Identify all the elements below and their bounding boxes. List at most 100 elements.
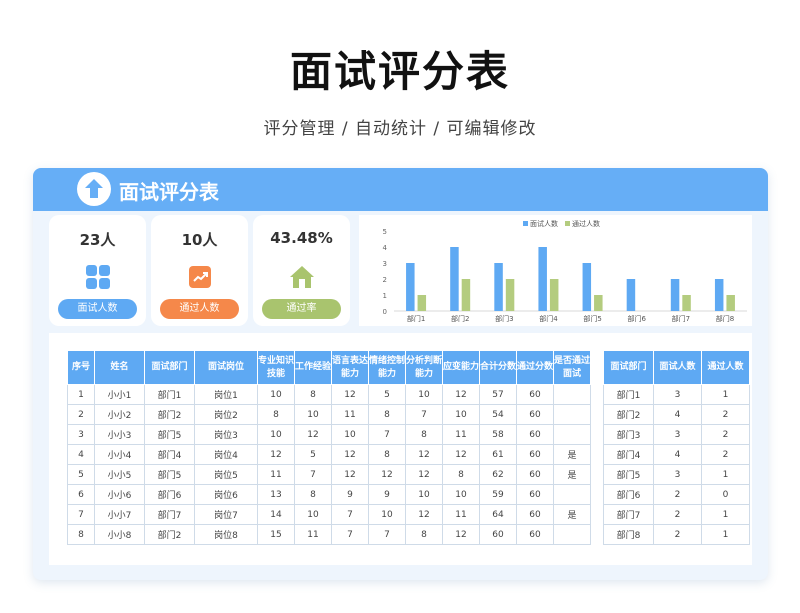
score-cell[interactable]: 13: [257, 484, 295, 505]
dept-cell[interactable]: 部门1: [603, 384, 654, 405]
score-cell[interactable]: 部门4: [144, 444, 195, 465]
score-cell[interactable]: [553, 424, 591, 445]
dept-cell[interactable]: 0: [701, 484, 750, 505]
dept-cell[interactable]: 3: [653, 384, 702, 405]
score-cell[interactable]: [553, 404, 591, 425]
score-cell[interactable]: 岗位7: [194, 504, 258, 525]
score-cell[interactable]: 12: [442, 384, 480, 405]
dept-cell[interactable]: 4: [653, 404, 702, 425]
score-cell[interactable]: 8: [257, 404, 295, 425]
score-cell[interactable]: 11: [442, 504, 480, 525]
score-cell[interactable]: 7: [368, 524, 406, 545]
score-cell[interactable]: 60: [516, 404, 554, 425]
score-cell[interactable]: 是: [553, 504, 591, 525]
score-cell[interactable]: 10: [331, 424, 369, 445]
score-cell[interactable]: 62: [479, 464, 517, 485]
score-cell[interactable]: 11: [294, 524, 332, 545]
score-cell[interactable]: 7: [67, 504, 95, 525]
score-cell[interactable]: 部门1: [144, 384, 195, 405]
score-cell[interactable]: 7: [331, 524, 369, 545]
score-cell[interactable]: 7: [405, 404, 443, 425]
score-cell[interactable]: 3: [67, 424, 95, 445]
score-cell[interactable]: 小小5: [94, 464, 145, 485]
score-cell[interactable]: 是: [553, 444, 591, 465]
score-cell[interactable]: 岗位1: [194, 384, 258, 405]
score-cell[interactable]: 8: [294, 384, 332, 405]
kpi-label-button[interactable]: 通过率: [262, 299, 341, 319]
dept-cell[interactable]: 部门5: [603, 464, 654, 485]
dept-cell[interactable]: 3: [653, 464, 702, 485]
score-cell[interactable]: 7: [331, 504, 369, 525]
score-cell[interactable]: 8: [442, 464, 480, 485]
score-cell[interactable]: 部门2: [144, 404, 195, 425]
score-cell[interactable]: 小小7: [94, 504, 145, 525]
dept-cell[interactable]: 2: [653, 484, 702, 505]
score-cell[interactable]: 60: [516, 504, 554, 525]
score-cell[interactable]: 岗位5: [194, 464, 258, 485]
score-cell[interactable]: 5: [294, 444, 332, 465]
score-cell[interactable]: 60: [516, 424, 554, 445]
score-cell[interactable]: 10: [294, 504, 332, 525]
score-cell[interactable]: 小小8: [94, 524, 145, 545]
score-cell[interactable]: 1: [67, 384, 95, 405]
score-cell[interactable]: 8: [67, 524, 95, 545]
score-cell[interactable]: 8: [368, 444, 406, 465]
score-cell[interactable]: 12: [405, 444, 443, 465]
score-cell[interactable]: 部门5: [144, 464, 195, 485]
score-cell[interactable]: 60: [516, 524, 554, 545]
score-cell[interactable]: 小小4: [94, 444, 145, 465]
score-cell[interactable]: 10: [368, 504, 406, 525]
score-cell[interactable]: 10: [442, 484, 480, 505]
score-cell[interactable]: 7: [368, 424, 406, 445]
score-cell[interactable]: 部门7: [144, 504, 195, 525]
dept-cell[interactable]: 2: [701, 404, 750, 425]
dept-cell[interactable]: 2: [701, 444, 750, 465]
score-cell[interactable]: 12: [442, 444, 480, 465]
score-cell[interactable]: 12: [294, 424, 332, 445]
dept-cell[interactable]: 3: [653, 424, 702, 445]
score-cell[interactable]: 5: [368, 384, 406, 405]
score-cell[interactable]: 12: [331, 444, 369, 465]
score-cell[interactable]: 60: [516, 464, 554, 485]
score-cell[interactable]: 小小3: [94, 424, 145, 445]
dept-cell[interactable]: 部门8: [603, 524, 654, 545]
score-cell[interactable]: 60: [479, 524, 517, 545]
score-cell[interactable]: 7: [294, 464, 332, 485]
score-cell[interactable]: 12: [257, 444, 295, 465]
score-cell[interactable]: 岗位3: [194, 424, 258, 445]
score-cell[interactable]: 8: [405, 424, 443, 445]
score-cell[interactable]: 12: [405, 464, 443, 485]
score-cell[interactable]: 岗位4: [194, 444, 258, 465]
score-cell[interactable]: 小小1: [94, 384, 145, 405]
dept-cell[interactable]: 2: [701, 424, 750, 445]
score-cell[interactable]: 57: [479, 384, 517, 405]
score-cell[interactable]: 部门6: [144, 484, 195, 505]
score-cell[interactable]: 小小2: [94, 404, 145, 425]
dept-cell[interactable]: 1: [701, 384, 750, 405]
score-cell[interactable]: 9: [368, 484, 406, 505]
dept-cell[interactable]: 1: [701, 504, 750, 525]
dept-cell[interactable]: 部门4: [603, 444, 654, 465]
score-cell[interactable]: [553, 524, 591, 545]
score-cell[interactable]: 60: [516, 444, 554, 465]
score-cell[interactable]: 60: [516, 384, 554, 405]
dept-cell[interactable]: 4: [653, 444, 702, 465]
score-cell[interactable]: 58: [479, 424, 517, 445]
score-cell[interactable]: 岗位2: [194, 404, 258, 425]
score-cell[interactable]: 8: [294, 484, 332, 505]
dept-cell[interactable]: 部门3: [603, 424, 654, 445]
score-cell[interactable]: 2: [67, 404, 95, 425]
dept-cell[interactable]: 1: [701, 524, 750, 545]
score-cell[interactable]: 5: [67, 464, 95, 485]
score-cell[interactable]: 6: [67, 484, 95, 505]
score-cell[interactable]: 是: [553, 464, 591, 485]
score-cell[interactable]: 10: [405, 384, 443, 405]
score-cell[interactable]: 15: [257, 524, 295, 545]
score-cell[interactable]: 10: [257, 384, 295, 405]
score-cell[interactable]: 10: [294, 404, 332, 425]
score-cell[interactable]: [553, 484, 591, 505]
score-cell[interactable]: 10: [442, 404, 480, 425]
score-cell[interactable]: 部门5: [144, 424, 195, 445]
dept-cell[interactable]: 1: [701, 464, 750, 485]
dept-cell[interactable]: 2: [653, 504, 702, 525]
